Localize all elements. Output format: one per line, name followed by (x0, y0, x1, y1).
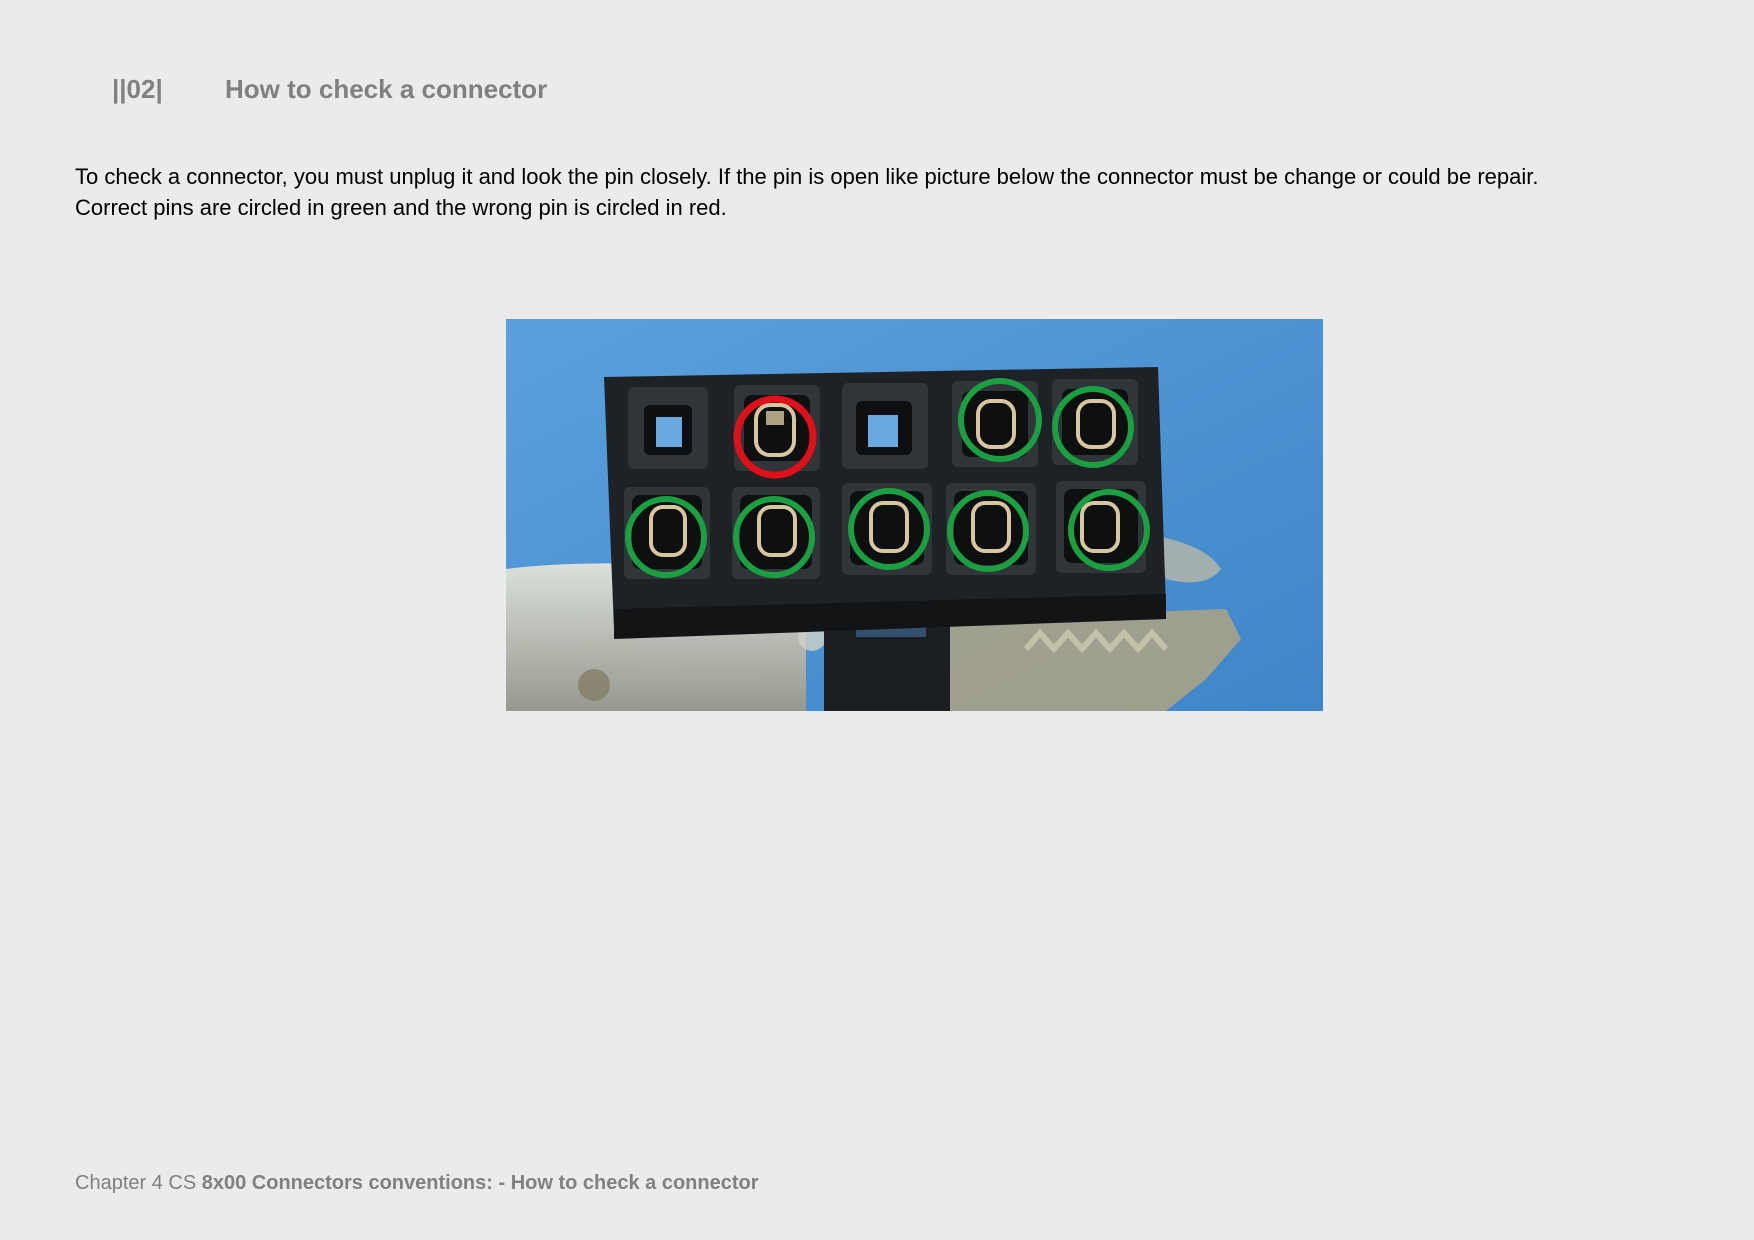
section-title: How to check a connector (225, 74, 548, 104)
connector-photo (506, 319, 1323, 711)
body-paragraph: To check a connector, you must unplug it… (75, 161, 1715, 223)
body-line-2: Correct pins are circled in green and th… (75, 195, 727, 220)
page-footer: Chapter 4 CS 8x00 Connectors conventions… (75, 1172, 759, 1195)
section-number: ||02| (112, 74, 163, 104)
footer-title: 8x00 Connectors conventions: - How to ch… (201, 1172, 759, 1194)
body-line-1: To check a connector, you must unplug it… (75, 164, 1539, 189)
connector-illustration (506, 319, 1323, 711)
footer-prefix: Chapter 4 CS (75, 1172, 202, 1194)
